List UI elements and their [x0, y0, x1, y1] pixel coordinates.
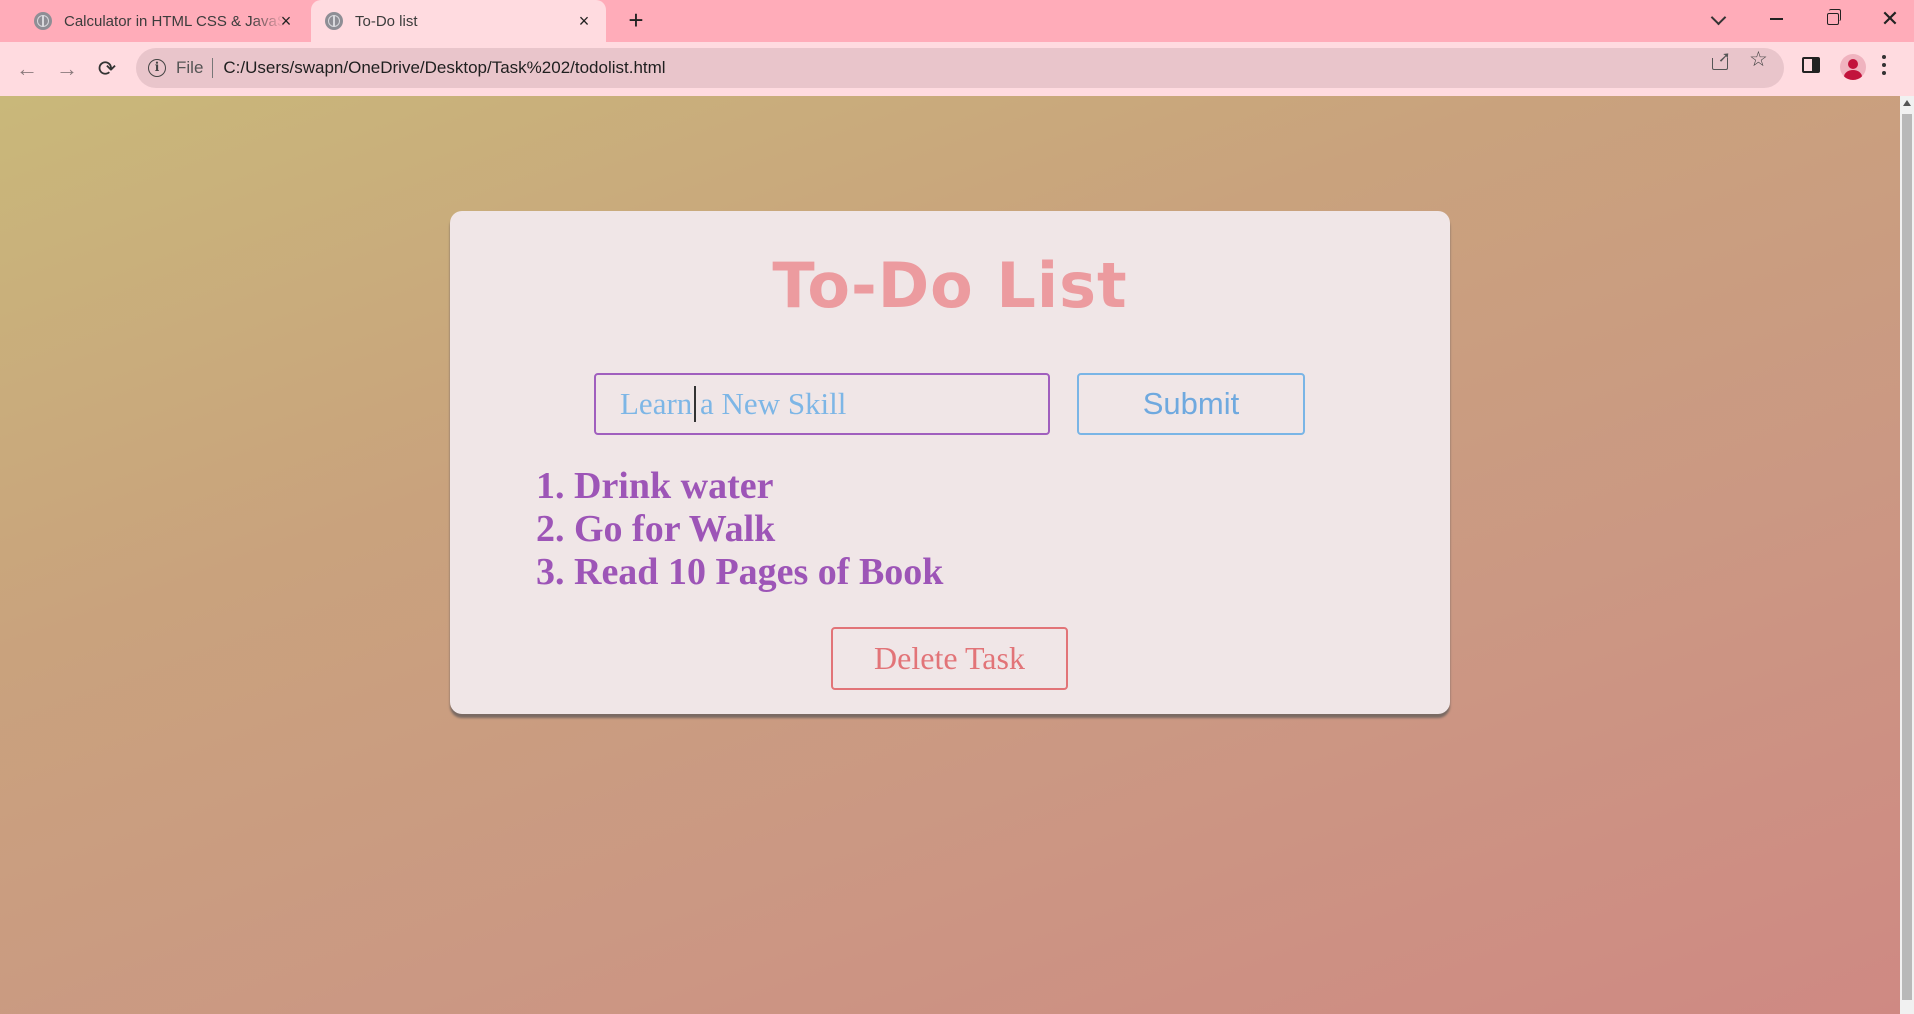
minimize-icon [1769, 18, 1783, 20]
tab-favicon-icon [34, 12, 52, 30]
vertical-scrollbar[interactable] [1900, 96, 1914, 1014]
bookmark-star-icon[interactable]: ☆ [1749, 47, 1768, 72]
address-separator [212, 58, 214, 78]
back-icon[interactable]: ← [10, 52, 44, 86]
tab-calculator[interactable]: Calculator in HTML CSS & JavaScript × [8, 0, 308, 42]
list-item-text: Go for Walk [574, 508, 776, 550]
task-input[interactable] [594, 373, 1050, 435]
delete-task-button[interactable]: Delete Task [831, 627, 1068, 690]
minimize-button[interactable] [1748, 0, 1804, 38]
task-list: 1. Drink water 2. Go for Walk 3. Read 10… [536, 465, 943, 594]
list-item-number: 1. [536, 465, 565, 507]
list-item-number: 2. [536, 508, 565, 550]
list-item[interactable]: 3. Read 10 Pages of Book [536, 551, 943, 594]
tab-search-icon[interactable] [1705, 8, 1733, 32]
text-caret [694, 386, 696, 422]
scroll-thumb[interactable] [1902, 114, 1912, 1000]
scheme-label: File [176, 58, 204, 77]
tab-todo-list[interactable]: To-Do list × [311, 0, 606, 42]
page-viewport: To-Do List Submit 1. Drink water 2. Go f… [0, 96, 1900, 1014]
tab-title: Calculator in HTML CSS & JavaScript [64, 12, 284, 30]
list-item-text: Read 10 Pages of Book [574, 551, 944, 593]
reload-icon[interactable]: ⟳ [90, 52, 124, 86]
browser-toolbar: ← → ⟳ i File C:/Users/swapn/OneDrive/Des… [0, 42, 1914, 96]
tab-favicon-icon [325, 12, 343, 30]
list-item[interactable]: 1. Drink water [536, 465, 943, 508]
tab-close-icon[interactable]: × [276, 11, 296, 31]
list-item-number: 3. [536, 551, 565, 593]
side-panel-icon[interactable] [1802, 57, 1820, 73]
tab-close-icon[interactable]: × [574, 11, 594, 31]
list-item-text: Drink water [574, 465, 774, 507]
list-item[interactable]: 2. Go for Walk [536, 508, 943, 551]
forward-icon[interactable]: → [50, 52, 84, 86]
share-icon[interactable] [1710, 48, 1732, 72]
address-bar[interactable]: i File C:/Users/swapn/OneDrive/Desktop/T… [136, 48, 1784, 88]
profile-avatar-icon[interactable] [1840, 54, 1866, 80]
tab-strip: Calculator in HTML CSS & JavaScript × To… [0, 0, 1914, 42]
url-text[interactable]: C:/Users/swapn/OneDrive/Desktop/Task%202… [223, 58, 665, 78]
page-title: To-Do List [772, 249, 1128, 322]
tab-title: To-Do list [355, 12, 418, 30]
restore-button[interactable] [1805, 0, 1861, 38]
scroll-up-arrow-icon[interactable] [1903, 100, 1911, 106]
window-close-button[interactable]: ✕ [1862, 0, 1914, 38]
submit-button[interactable]: Submit [1077, 373, 1305, 435]
site-info-icon[interactable]: i [148, 59, 166, 77]
menu-icon[interactable] [1882, 55, 1888, 77]
todo-card: To-Do List Submit 1. Drink water 2. Go f… [450, 211, 1450, 714]
restore-icon [1827, 9, 1841, 25]
new-tab-button[interactable]: + [621, 6, 651, 36]
